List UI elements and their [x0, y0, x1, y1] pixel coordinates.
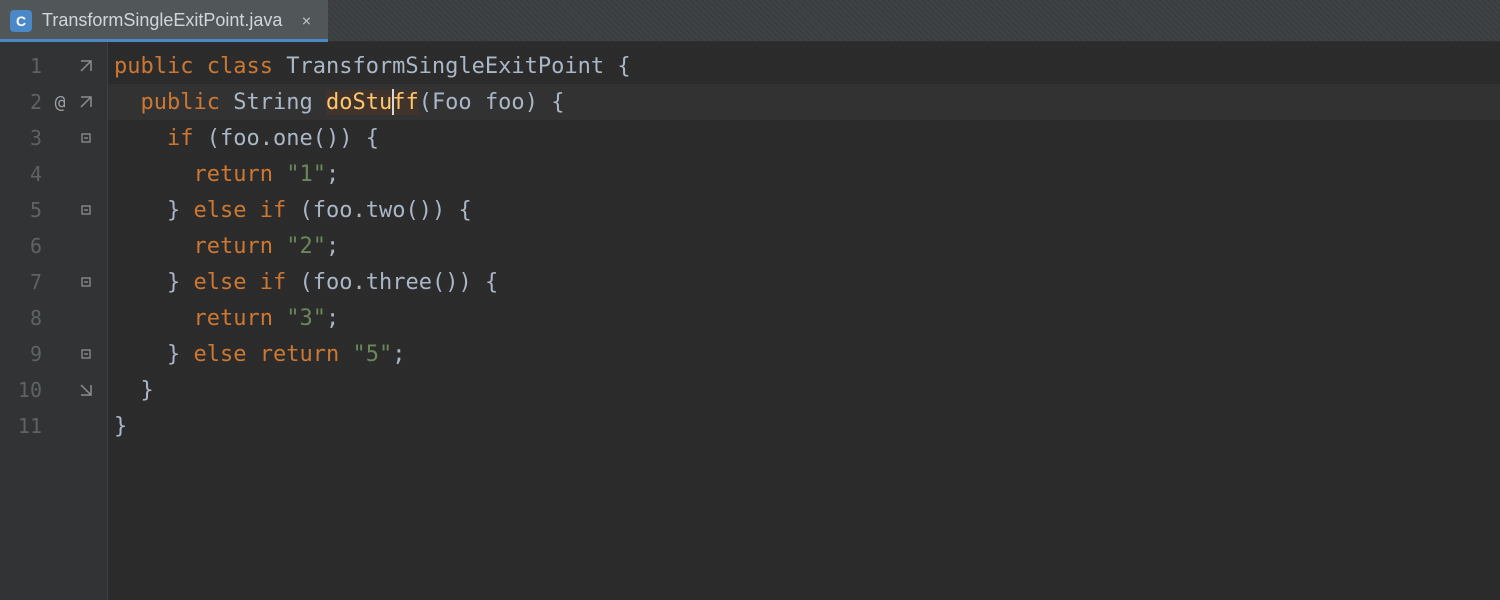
close-tab-button[interactable]: ×	[298, 13, 314, 29]
keyword: public	[114, 54, 193, 79]
line-number[interactable]: 5	[0, 198, 48, 222]
keyword: if	[167, 126, 194, 151]
param-name: foo	[485, 90, 525, 115]
editor-tab[interactable]: C TransformSingleExitPoint.java ×	[0, 0, 328, 41]
fold-handle[interactable]	[72, 133, 100, 143]
line-number[interactable]: 11	[0, 414, 48, 438]
gutter-row: 10	[0, 372, 107, 408]
code-line[interactable]: return "2";	[108, 228, 1500, 264]
code-line[interactable]: }	[108, 372, 1500, 408]
line-number[interactable]: 10	[0, 378, 48, 402]
gutter-row: 6	[0, 228, 107, 264]
class-name: TransformSingleExitPoint	[286, 54, 604, 79]
return-type: String	[233, 90, 312, 115]
gutter: 1 2 @ 3 4 5	[0, 42, 108, 600]
code-line[interactable]: } else return "5";	[108, 336, 1500, 372]
gutter-row: 11	[0, 408, 107, 444]
line-number[interactable]: 7	[0, 270, 48, 294]
gutter-row: 8	[0, 300, 107, 336]
class-file-icon: C	[10, 10, 32, 32]
gutter-row: 2 @	[0, 84, 107, 120]
line-number[interactable]: 3	[0, 126, 48, 150]
code-line[interactable]: if (foo.one()) {	[108, 120, 1500, 156]
line-number[interactable]: 1	[0, 54, 48, 78]
code-line[interactable]: } else if (foo.three()) {	[108, 264, 1500, 300]
code-area[interactable]: public class TransformSingleExitPoint { …	[108, 42, 1500, 600]
gutter-row: 9	[0, 336, 107, 372]
method-call: three	[366, 270, 432, 295]
fold-handle[interactable]	[72, 277, 100, 287]
gutter-row: 3	[0, 120, 107, 156]
string-literal: "2"	[286, 234, 326, 259]
brace: {	[551, 90, 564, 115]
gutter-row: 1	[0, 48, 107, 84]
param-type: Foo	[432, 90, 472, 115]
fold-handle[interactable]	[72, 60, 100, 72]
keyword: return	[193, 162, 272, 187]
code-line[interactable]: } else if (foo.two()) {	[108, 192, 1500, 228]
code-line[interactable]: public class TransformSingleExitPoint {	[108, 48, 1500, 84]
paren: (	[419, 90, 432, 115]
string-literal: "5"	[352, 342, 392, 367]
gutter-annotation-override-icon[interactable]: @	[48, 92, 72, 113]
string-literal: "1"	[286, 162, 326, 187]
method-call: two	[366, 198, 406, 223]
fold-handle[interactable]	[72, 384, 100, 396]
line-number[interactable]: 4	[0, 162, 48, 186]
tab-filename: TransformSingleExitPoint.java	[42, 10, 282, 31]
code-line[interactable]: }	[108, 408, 1500, 444]
line-number[interactable]: 9	[0, 342, 48, 366]
gutter-row: 7	[0, 264, 107, 300]
fold-handle[interactable]	[72, 96, 100, 108]
line-number[interactable]: 2	[0, 90, 48, 114]
code-line[interactable]: return "3";	[108, 300, 1500, 336]
method-name: doStuff	[326, 90, 419, 115]
fold-handle[interactable]	[72, 349, 100, 359]
code-line[interactable]: return "1";	[108, 156, 1500, 192]
gutter-row: 5	[0, 192, 107, 228]
line-number[interactable]: 8	[0, 306, 48, 330]
method-call: one	[273, 126, 313, 151]
string-literal: "3"	[286, 306, 326, 331]
fold-handle[interactable]	[72, 205, 100, 215]
keyword: public	[141, 90, 220, 115]
tab-bar: C TransformSingleExitPoint.java ×	[0, 0, 1500, 42]
keyword: class	[207, 54, 273, 79]
editor: 1 2 @ 3 4 5	[0, 42, 1500, 600]
brace: {	[617, 54, 630, 79]
paren: )	[525, 90, 538, 115]
gutter-row: 4	[0, 156, 107, 192]
line-number[interactable]: 6	[0, 234, 48, 258]
code-line-current[interactable]: public String doStuff(Foo foo) {	[108, 84, 1500, 120]
